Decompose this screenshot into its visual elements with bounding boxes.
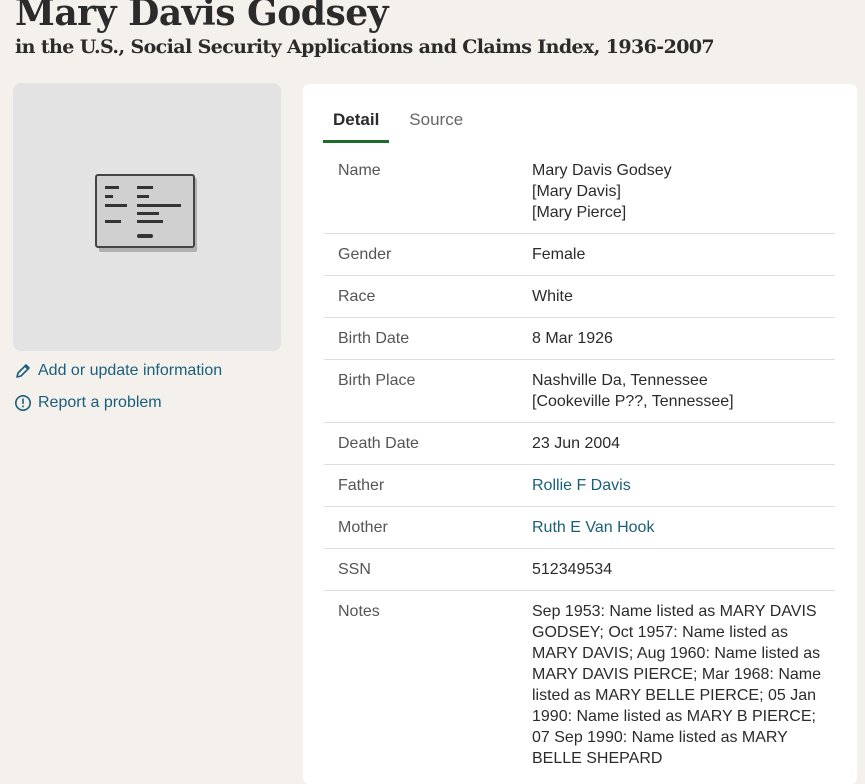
detail-row-birth-place: Birth Place Nashville Da, Tennessee [Coo… [324,360,835,423]
tab-detail[interactable]: Detail [323,104,390,143]
detail-label: Gender [338,246,392,263]
detail-value: 512349534 [532,561,613,578]
page-title: Mary Davis Godsey [15,0,389,34]
tab-source[interactable]: Source [399,104,473,140]
detail-value: Nashville Da, Tennessee [Cookeville P??,… [532,370,835,412]
detail-label: Birth Date [338,330,410,347]
pencil-icon [14,362,32,380]
detail-value: Rollie F Davis [532,475,835,496]
report-problem-link[interactable]: Report a problem [14,394,162,412]
detail-row-race: Race White [324,276,835,318]
detail-row-notes: Notes Sep 1953: Name listed as MARY DAVI… [324,591,835,779]
detail-value: White [532,288,573,305]
detail-table: Name Mary Davis Godsey [Mary Davis] [Mar… [324,150,835,779]
add-update-info-link[interactable]: Add or update information [14,362,222,380]
detail-row-father: Father Rollie F Davis [324,465,835,507]
detail-label: Mother [338,519,388,536]
name-alt: [Mary Davis] [532,183,621,200]
detail-label: SSN [338,561,371,578]
detail-label: Father [338,477,385,494]
detail-label: Birth Place [338,372,416,389]
detail-row-birth-date: Birth Date 8 Mar 1926 [324,318,835,360]
detail-label: Name [338,162,381,179]
detail-value: Ruth E Van Hook [532,517,835,538]
mother-link[interactable]: Ruth E Van Hook [532,519,654,536]
detail-row-mother: Mother Ruth E Van Hook [324,507,835,549]
detail-row-name: Name Mary Davis Godsey [Mary Davis] [Mar… [324,150,835,234]
detail-label: Death Date [338,435,419,452]
document-card-icon [95,174,197,252]
report-problem-label: Report a problem [38,394,162,411]
detail-row-death-date: Death Date 23 Jun 2004 [324,423,835,465]
detail-value: 8 Mar 1926 [532,330,613,347]
alert-circle-icon [14,394,32,412]
page-subtitle: in the U.S., Social Security Application… [15,36,715,58]
add-update-info-label: Add or update information [38,362,223,379]
father-link[interactable]: Rollie F Davis [532,477,631,494]
birth-place-primary: Nashville Da, Tennessee [532,372,708,389]
detail-label: Notes [338,603,380,620]
detail-value: Sep 1953: Name listed as MARY DAVIS GODS… [532,603,821,767]
record-image-placeholder[interactable] [13,83,281,351]
name-primary: Mary Davis Godsey [532,162,672,179]
detail-value: Female [532,246,586,263]
detail-row-ssn: SSN 512349534 [324,549,835,591]
tab-bar: Detail Source [323,104,483,143]
record-detail-panel: Detail Source Name Mary Davis Godsey [Ma… [303,84,857,784]
detail-value: 23 Jun 2004 [532,435,621,452]
name-alt: [Mary Pierce] [532,204,627,221]
detail-value: Mary Davis Godsey [Mary Davis] [Mary Pie… [532,160,835,223]
detail-label: Race [338,288,376,305]
birth-place-alt: [Cookeville P??, Tennessee] [532,393,734,410]
detail-row-gender: Gender Female [324,234,835,276]
